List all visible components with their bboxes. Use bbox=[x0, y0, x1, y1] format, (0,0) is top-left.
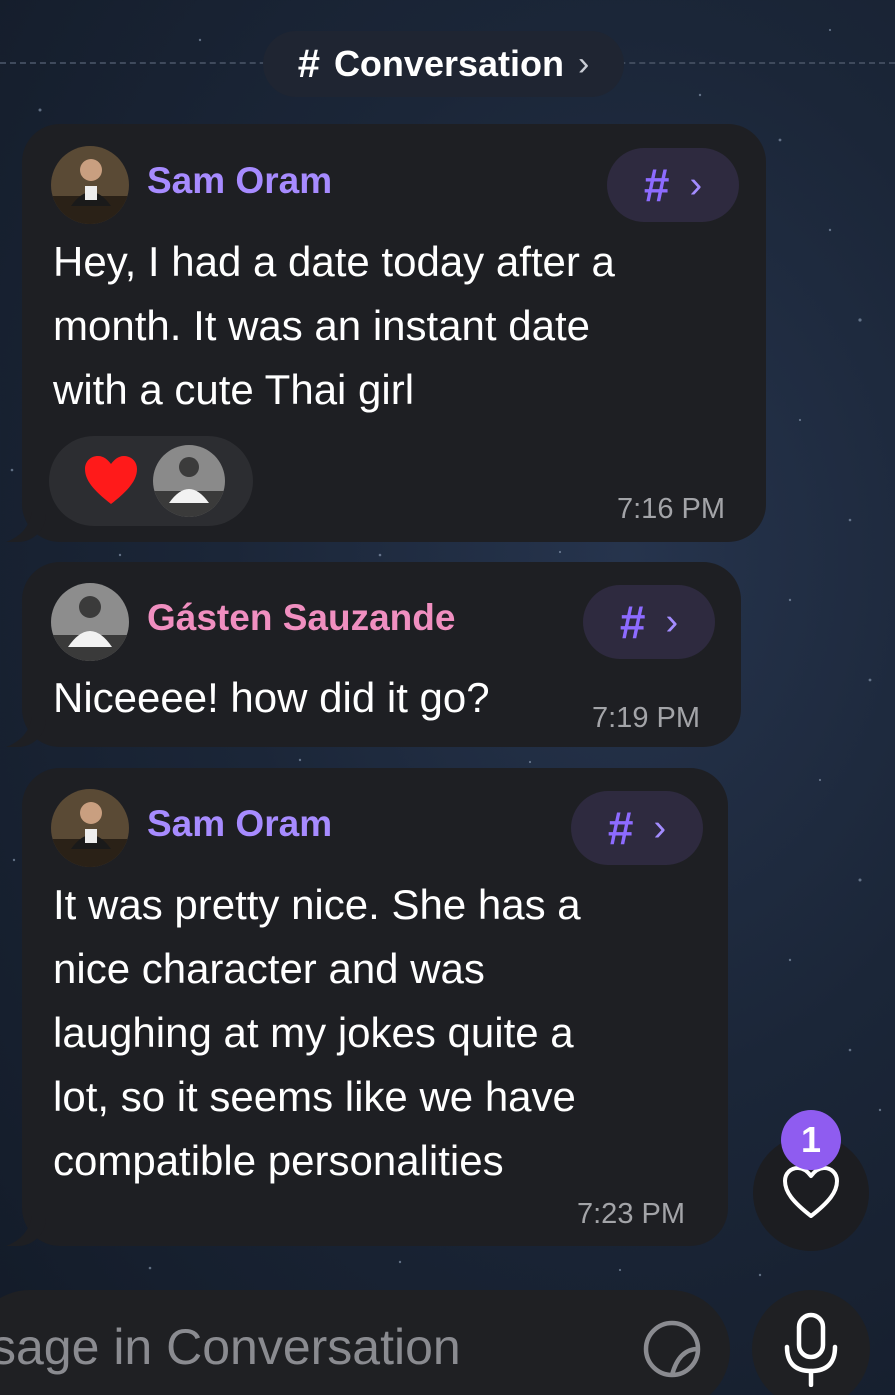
message-line: Hey, I had a date today after a bbox=[53, 238, 615, 285]
message-line: with a cute Thai girl bbox=[53, 366, 415, 413]
message-line: lot, so it seems like we have bbox=[53, 1073, 576, 1120]
message-timestamp: 7:19 PM bbox=[592, 702, 700, 734]
hash-icon: # bbox=[297, 41, 320, 86]
message-line: month. It was an instant date bbox=[53, 302, 590, 349]
message-text: Hey, I had a date today after a month. I… bbox=[53, 230, 615, 422]
microphone-icon bbox=[784, 1312, 838, 1387]
sender-name[interactable]: Gásten Sauzande bbox=[147, 597, 455, 639]
sticker-icon[interactable] bbox=[641, 1318, 703, 1380]
message-line: It was pretty nice. She has a bbox=[53, 881, 581, 928]
message-timestamp: 7:16 PM bbox=[617, 493, 725, 525]
open-thread-button[interactable]: # › bbox=[583, 585, 715, 659]
heart-outline-icon bbox=[783, 1166, 839, 1218]
voice-record-button[interactable] bbox=[752, 1290, 870, 1395]
sender-name[interactable]: Sam Oram bbox=[147, 160, 332, 202]
message-line: nice character and was bbox=[53, 945, 485, 992]
topic-header-button[interactable]: # Conversation › bbox=[263, 31, 624, 97]
avatar-gasten-sauzande[interactable] bbox=[51, 583, 129, 661]
chevron-right-icon: › bbox=[653, 806, 667, 849]
message-input-placeholder: ssage in Conversation bbox=[0, 1319, 461, 1375]
bubble-tail bbox=[6, 512, 46, 542]
message-line: Niceeee! how did it go? bbox=[53, 674, 490, 721]
avatar-sam-oram[interactable] bbox=[51, 789, 129, 867]
chevron-right-icon: › bbox=[665, 600, 679, 643]
avatar-sam-oram[interactable] bbox=[51, 146, 129, 224]
message-line: laughing at my jokes quite a bbox=[53, 1009, 574, 1056]
hash-icon: # bbox=[607, 802, 634, 854]
hash-icon: # bbox=[619, 596, 646, 648]
message-text: It was pretty nice. She has a nice chara… bbox=[53, 873, 581, 1193]
message-line: compatible personalities bbox=[53, 1137, 504, 1184]
message-text: Niceeee! how did it go? bbox=[53, 666, 490, 730]
chevron-right-icon: › bbox=[577, 44, 590, 83]
hash-icon: # bbox=[643, 159, 670, 211]
topic-title: Conversation bbox=[333, 43, 564, 84]
reactor-avatar bbox=[153, 445, 225, 517]
message-timestamp: 7:23 PM bbox=[577, 1198, 685, 1230]
open-thread-button[interactable]: # › bbox=[571, 791, 703, 865]
chevron-right-icon: › bbox=[689, 163, 703, 206]
bubble-tail bbox=[6, 717, 46, 747]
unread-reactions-badge: 1 bbox=[781, 1110, 841, 1170]
sender-name[interactable]: Sam Oram bbox=[147, 803, 332, 845]
heart-icon bbox=[85, 456, 137, 504]
bubble-tail bbox=[6, 1216, 46, 1246]
open-thread-button[interactable]: # › bbox=[607, 148, 739, 222]
reaction-chip[interactable] bbox=[49, 436, 253, 526]
